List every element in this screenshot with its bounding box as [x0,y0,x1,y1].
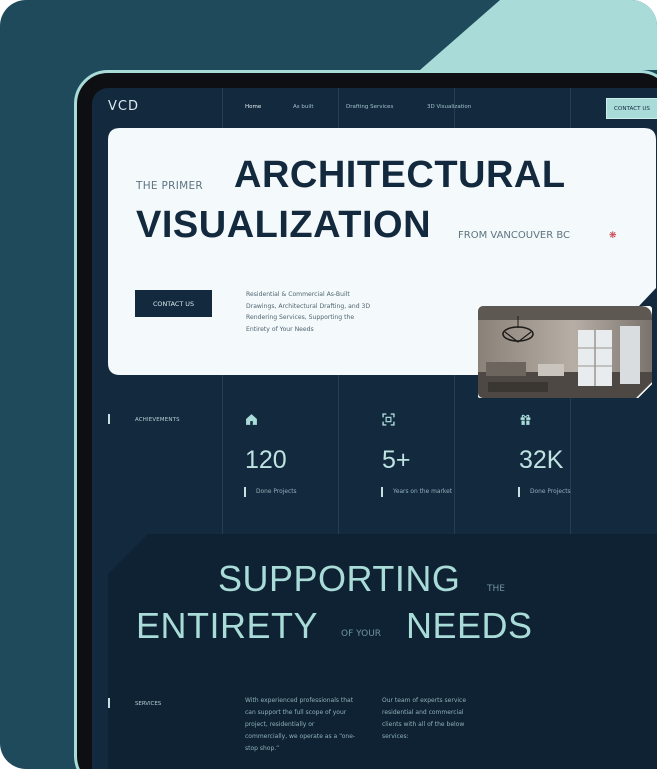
stat-value: 5+ [382,446,411,474]
supporting-word-2: ENTIRETY [136,605,319,646]
gift-icon [520,414,531,425]
maple-leaf-icon: ❋ [609,231,617,241]
website-screen: VCD Home As built Drafting Services 3D V… [92,88,657,769]
nav-item-3d-visualization[interactable]: 3D Visualization [427,104,471,110]
services-paragraph-1: With experienced professionals that can … [245,697,356,752]
hero-title-line1: ARCHITECTURAL [234,154,566,196]
home-icon [246,414,257,425]
achievements-label: ACHIEVEMENTS [135,417,180,423]
stat-label: Years on the market [393,489,453,495]
nav-item-home[interactable]: Home [245,104,261,110]
achievements-marker [108,414,110,424]
contact-us-nav-button[interactable]: CONTACT US [606,98,657,119]
stat-label: Done Projects [256,489,297,495]
supporting-small-2: OF YOUR [341,629,382,639]
stat-marker [244,487,246,497]
supporting-small-1: THE [487,584,505,594]
site-logo[interactable]: VCD [108,99,139,114]
interior-render-image [478,306,652,398]
nav-item-as-built[interactable]: As built [293,104,314,110]
hero-primer: THE PRIMER [136,180,203,192]
services-label: SERVICES [135,701,162,707]
hero-card: THE PRIMER ARCHITECTURAL VISUALIZATION F… [108,128,656,398]
supporting-word-3: NEEDS [406,605,533,646]
services-paragraph-2: Our team of experts service residential … [382,697,467,740]
supporting-word-1: SUPPORTING [218,558,461,599]
services-marker [108,698,110,708]
stat-value: 120 [245,446,287,474]
nav-item-drafting-services[interactable]: Drafting Services [346,104,393,110]
stat-label: Done Projects [530,489,571,495]
stat-value: 32K [519,446,564,474]
hero-location: FROM VANCOUVER BC [458,230,571,241]
hero-description: Residential & Commercial As-Built Drawin… [246,291,371,333]
contact-us-hero-button[interactable]: CONTACT US [135,290,212,317]
hero-title-line2: VISUALIZATION [136,204,432,246]
stat-marker [518,487,520,497]
stat-marker [381,487,383,497]
scan-icon [382,413,395,426]
